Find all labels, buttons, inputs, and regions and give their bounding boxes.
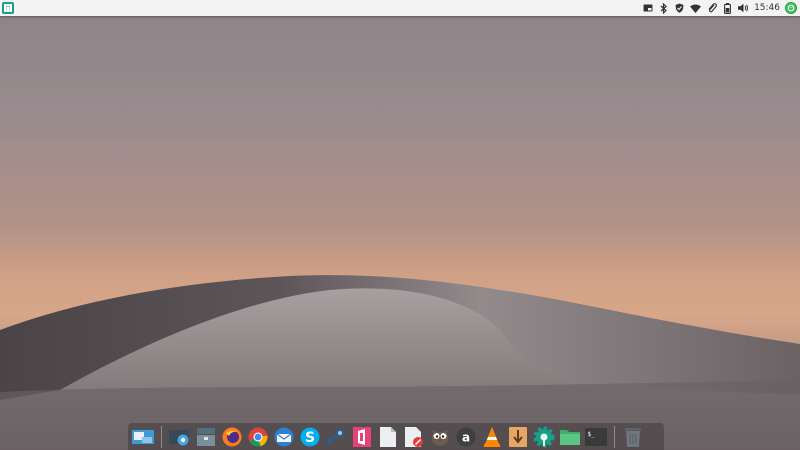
gimp-icon[interactable] [428, 425, 452, 449]
document-viewer-icon[interactable] [402, 425, 426, 449]
text-editor-icon[interactable] [376, 425, 400, 449]
svg-text:$_: $_ [588, 431, 596, 438]
steam-icon[interactable] [324, 425, 348, 449]
wifi-icon[interactable] [690, 3, 702, 14]
manjaro-logo-icon [4, 4, 12, 12]
vlc-icon[interactable] [480, 425, 504, 449]
archive-manager-icon[interactable] [194, 425, 218, 449]
chrome-icon[interactable] [246, 425, 270, 449]
settings-icon[interactable] [532, 425, 556, 449]
desktop-wallpaper [0, 0, 800, 450]
trash-icon[interactable] [621, 425, 645, 449]
dock: S a $_ [128, 423, 664, 450]
file-manager-icon[interactable] [558, 425, 582, 449]
anydesk-icon[interactable]: a [454, 425, 478, 449]
clipboard-icon[interactable] [706, 3, 717, 14]
dock-separator [161, 425, 162, 448]
user-avatar-icon[interactable] [785, 2, 797, 14]
firefox-icon[interactable] [220, 425, 244, 449]
office-icon[interactable] [350, 425, 374, 449]
shield-icon[interactable] [674, 3, 685, 14]
top-panel: 15:46 [0, 0, 800, 16]
download-manager-icon[interactable] [506, 425, 530, 449]
clock[interactable]: 15:46 [754, 3, 780, 13]
terminal-icon[interactable]: $_ [584, 425, 608, 449]
svg-text:S: S [305, 430, 315, 446]
battery-icon[interactable] [722, 2, 733, 14]
mail-client-icon[interactable] [272, 425, 296, 449]
svg-text:a: a [462, 430, 470, 444]
bluetooth-icon[interactable] [658, 2, 669, 14]
app-menu-button[interactable] [2, 2, 14, 14]
screen-icon[interactable] [642, 3, 653, 14]
dock-separator [614, 425, 615, 448]
workspace-switcher-icon[interactable] [131, 425, 155, 449]
volume-icon[interactable] [738, 3, 749, 14]
skype-icon[interactable]: S [298, 425, 322, 449]
screenshot-tool-icon[interactable] [168, 425, 192, 449]
system-tray: 15:46 [642, 2, 800, 14]
